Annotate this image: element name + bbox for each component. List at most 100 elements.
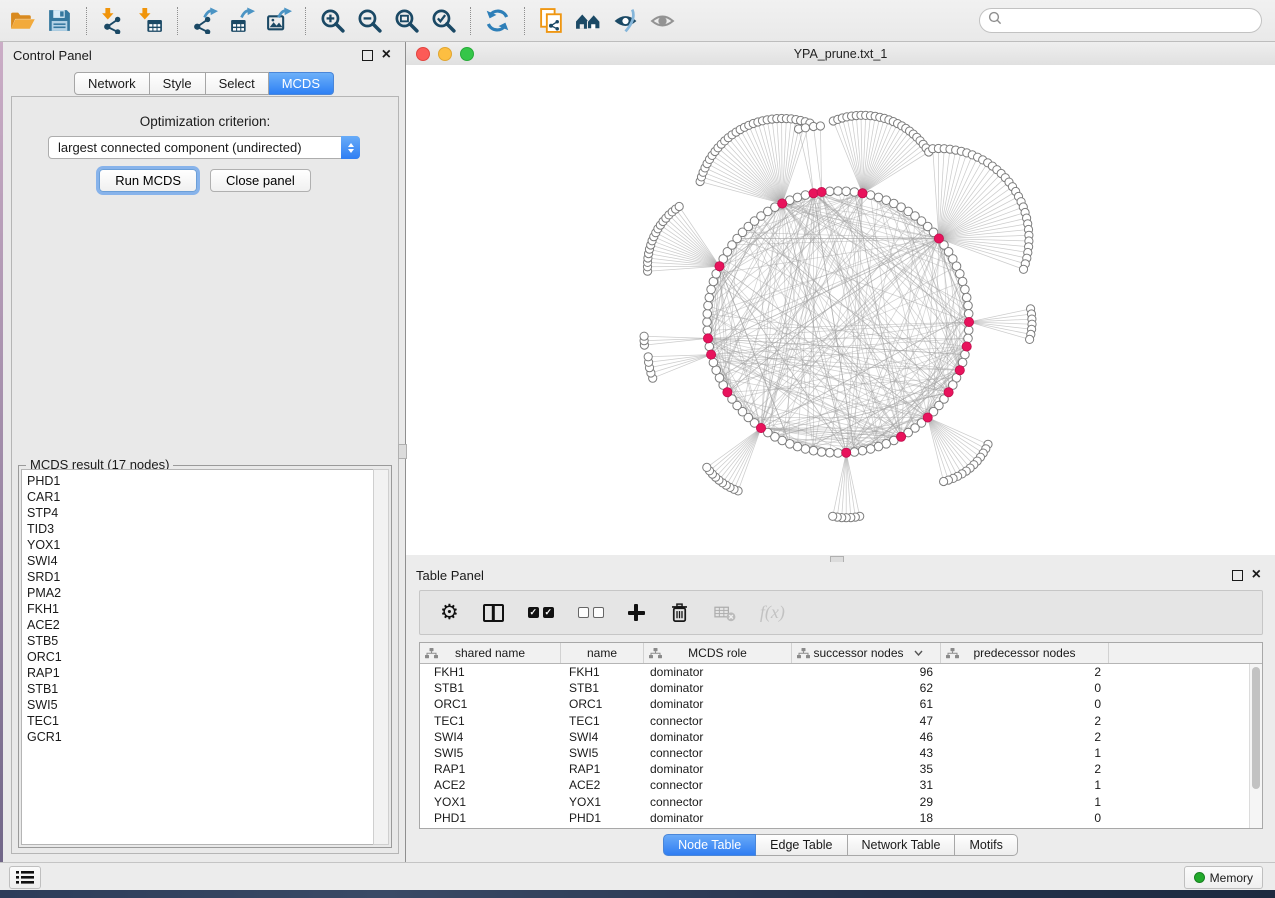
float-panel-icon[interactable] (362, 50, 373, 61)
mcds-result-item[interactable]: FKH1 (27, 601, 374, 617)
network-leaf-node[interactable] (816, 122, 824, 130)
network-node[interactable] (809, 446, 818, 455)
mcds-node[interactable] (944, 388, 953, 397)
mcds-node[interactable] (897, 432, 906, 441)
delete-column-button-trash-icon[interactable] (669, 602, 690, 623)
network-node[interactable] (703, 326, 712, 335)
network-node[interactable] (801, 191, 810, 200)
tab-network-table[interactable]: Network Table (848, 834, 956, 856)
export-image-button-export-image-icon[interactable] (260, 4, 297, 38)
mcds-result-item[interactable]: ACE2 (27, 617, 374, 633)
mcds-result-item[interactable]: GCR1 (27, 729, 374, 745)
mcds-node[interactable] (809, 189, 818, 198)
mcds-result-item[interactable]: RAP1 (27, 665, 374, 681)
toggle-panel-layout-button-columns-icon[interactable] (483, 604, 504, 622)
network-node[interactable] (817, 448, 826, 457)
mcds-result-item[interactable]: ORC1 (27, 649, 374, 665)
network-node[interactable] (703, 318, 712, 327)
network-node[interactable] (964, 301, 973, 310)
network-node[interactable] (707, 285, 716, 294)
network-node[interactable] (962, 293, 971, 302)
tab-mcds[interactable]: MCDS (269, 72, 334, 95)
network-node[interactable] (704, 301, 713, 310)
mcds-result-item[interactable]: TID3 (27, 521, 374, 537)
close-panel-button[interactable]: Close panel (210, 169, 311, 192)
task-history-button[interactable] (9, 866, 41, 889)
network-node[interactable] (703, 310, 712, 319)
network-leaf-node[interactable] (829, 512, 837, 520)
tab-motifs[interactable]: Motifs (955, 834, 1017, 856)
network-node[interactable] (958, 277, 967, 286)
float-table-panel-icon[interactable] (1232, 570, 1243, 581)
tab-style[interactable]: Style (150, 72, 206, 95)
mcds-result-item[interactable]: STB1 (27, 681, 374, 697)
mcds-node[interactable] (703, 334, 712, 343)
table-row[interactable]: ACE2ACE2connector311 (420, 777, 1262, 793)
tab-edge-table[interactable]: Edge Table (756, 834, 847, 856)
network-leaf-node[interactable] (1019, 265, 1027, 273)
show-all-button-eye-icon[interactable] (644, 4, 681, 38)
vertical-split-grip-icon[interactable] (398, 444, 407, 459)
mcds-result-item[interactable]: STP4 (27, 505, 374, 521)
network-node[interactable] (874, 442, 883, 451)
table-row[interactable]: ORC1ORC1dominator610 (420, 696, 1262, 712)
mcds-result-list[interactable]: PHD1CAR1STP4TID3YOX1SWI4SRD1PMA2FKH1ACE2… (21, 469, 375, 845)
zoom-in-button-zoom-in-icon[interactable] (314, 4, 351, 38)
network-leaf-node[interactable] (703, 463, 711, 471)
mcds-node[interactable] (955, 366, 964, 375)
table-row[interactable]: YOX1YOX1connector291 (420, 794, 1262, 810)
column-header-MCDS-role[interactable]: MCDS role (644, 643, 792, 663)
network-leaf-node[interactable] (640, 332, 648, 340)
mcds-node[interactable] (964, 317, 973, 326)
close-panel-icon[interactable]: × (382, 50, 391, 60)
import-network-button-import-network-icon[interactable] (95, 4, 132, 38)
tab-network[interactable]: Network (74, 72, 150, 95)
mcds-node[interactable] (858, 189, 867, 198)
show-all-columns-button-checks-icon[interactable]: ✓✓ (528, 607, 554, 618)
mcds-node[interactable] (934, 234, 943, 243)
export-table-button-export-table-icon[interactable] (223, 4, 260, 38)
search-box[interactable] (979, 8, 1262, 33)
network-leaf-node[interactable] (801, 124, 809, 132)
network-node[interactable] (964, 326, 973, 335)
network-node[interactable] (705, 293, 714, 302)
mcds-node[interactable] (756, 423, 765, 432)
network-node[interactable] (964, 334, 973, 343)
network-node[interactable] (705, 342, 714, 351)
network-view-canvas[interactable] (406, 65, 1275, 555)
hide-all-columns-button-unchecks-icon[interactable] (578, 607, 604, 618)
table-settings-button-gear-icon[interactable]: ⚙ (440, 602, 459, 623)
save-session-button-save-icon[interactable] (41, 4, 78, 38)
mcds-result-item[interactable]: CAR1 (27, 489, 374, 505)
table-row[interactable]: RAP1RAP1dominator352 (420, 761, 1262, 777)
mcds-node[interactable] (817, 187, 826, 196)
table-row[interactable]: SWI5SWI5connector431 (420, 745, 1262, 761)
mcds-node[interactable] (923, 413, 932, 422)
export-network-button-export-network-icon[interactable] (186, 4, 223, 38)
mcds-result-item[interactable]: STB5 (27, 633, 374, 649)
mcds-result-item[interactable]: SRD1 (27, 569, 374, 585)
import-table-button-import-table-icon[interactable] (132, 4, 169, 38)
mcds-node[interactable] (962, 342, 971, 351)
run-mcds-button[interactable]: Run MCDS (99, 169, 197, 192)
mcds-node[interactable] (707, 350, 716, 359)
column-header-successor-nodes[interactable]: successor nodes (792, 643, 941, 663)
mcds-node[interactable] (842, 448, 851, 457)
mcds-node[interactable] (778, 199, 787, 208)
network-node[interactable] (964, 310, 973, 319)
network-node[interactable] (834, 187, 843, 196)
network-node[interactable] (866, 191, 875, 200)
table-row[interactable]: PHD1PHD1dominator180 (420, 810, 1262, 826)
refresh-view-button-refresh-icon[interactable] (479, 4, 516, 38)
open-file-button-open-folder-icon[interactable] (4, 4, 41, 38)
tab-node-table[interactable]: Node Table (663, 834, 756, 856)
mcds-result-item[interactable]: YOX1 (27, 537, 374, 553)
mcds-node[interactable] (715, 262, 724, 271)
network-node[interactable] (866, 445, 875, 454)
mcds-result-item[interactable]: SWI5 (27, 697, 374, 713)
optimization-criterion-select[interactable]: largest connected component (undirected) (48, 136, 360, 159)
zoom-fit-button-zoom-fit-icon[interactable] (388, 4, 425, 38)
column-header-name[interactable]: name (561, 643, 644, 663)
network-node[interactable] (858, 446, 867, 455)
network-leaf-node[interactable] (675, 202, 683, 210)
